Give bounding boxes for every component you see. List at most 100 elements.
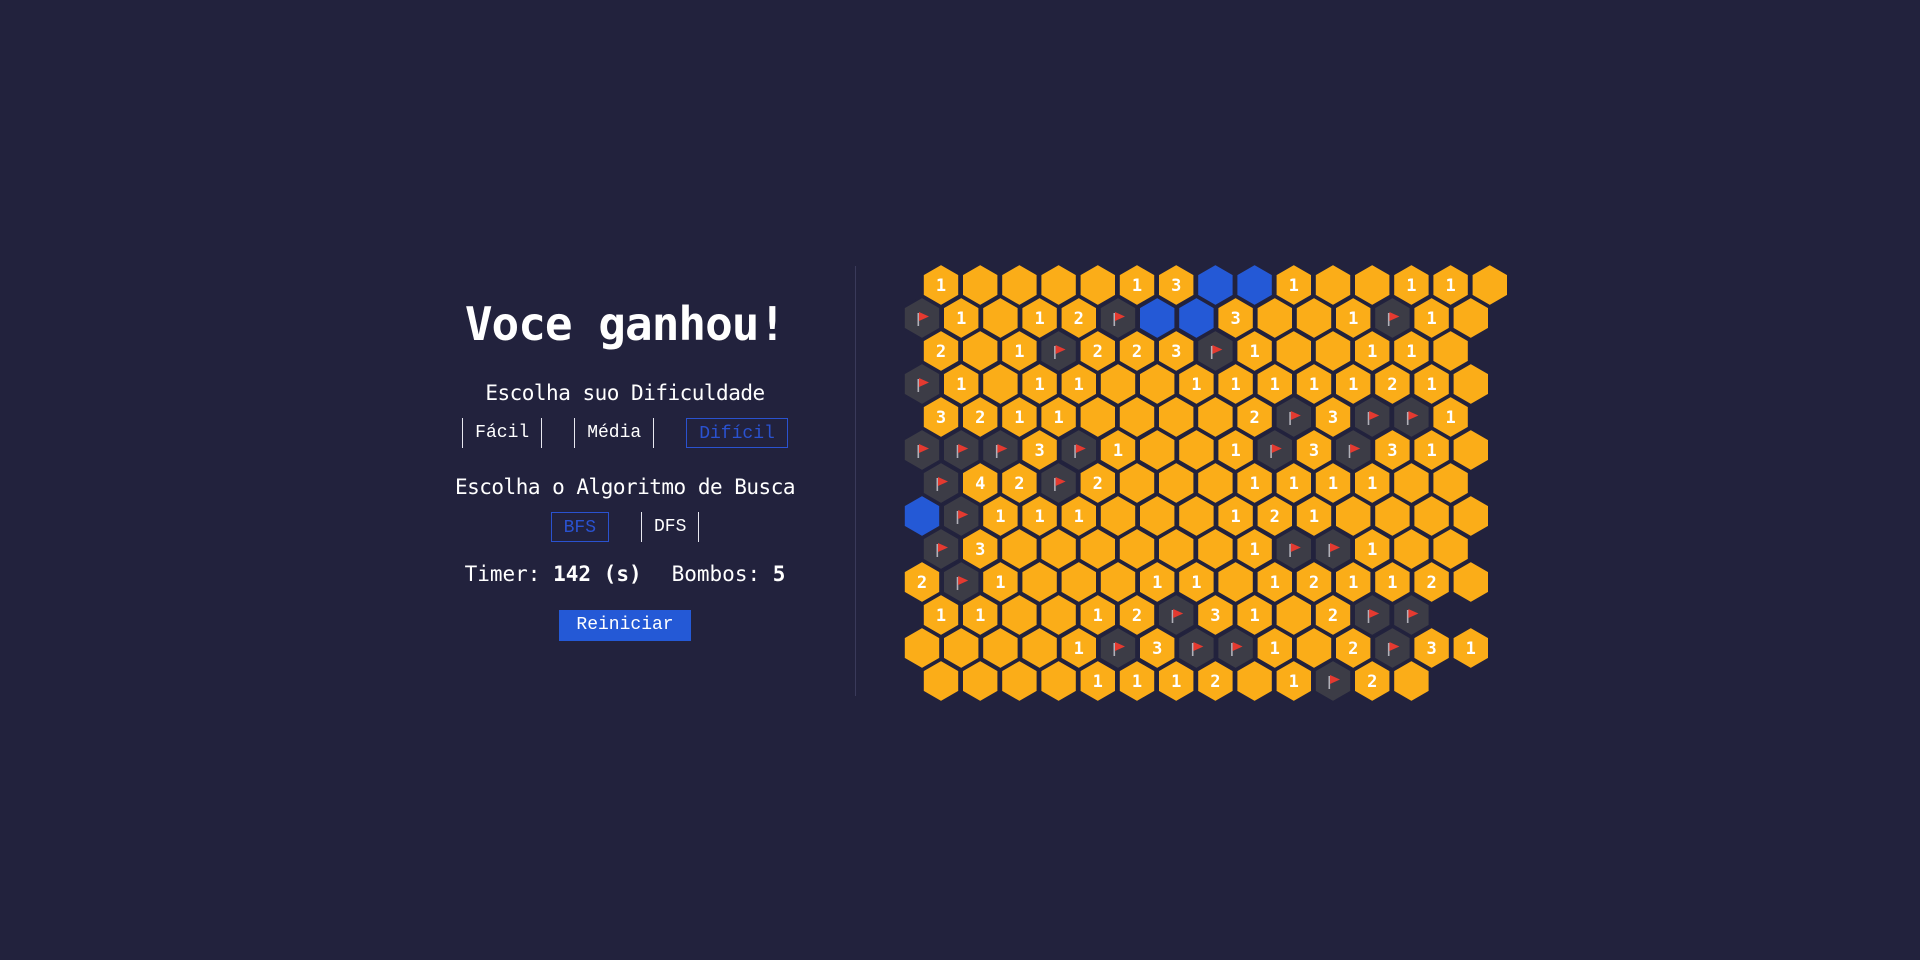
cell-number: 3 (1328, 408, 1338, 428)
hex-cell-number[interactable]: 1 (1451, 625, 1490, 671)
cell-number: 1 (1367, 474, 1377, 494)
cell-number: 1 (1053, 408, 1063, 428)
cell-number: 1 (1289, 672, 1299, 692)
algorithm-options: BFS DFS (550, 512, 700, 542)
flag-pole (1113, 643, 1116, 656)
difficulty-hard-button[interactable]: Difícil (686, 418, 788, 448)
hex-cell-number[interactable]: 1 (1274, 658, 1313, 704)
hex-shape (1000, 658, 1039, 704)
cell-number: 1 (1074, 639, 1084, 659)
cell-number: 2 (975, 408, 985, 428)
flag-pole (1367, 610, 1370, 623)
cell-number: 2 (1270, 507, 1280, 527)
algorithm-bfs-button[interactable]: BFS (550, 512, 609, 542)
bombs-value: 5 (772, 562, 786, 586)
cell-number: 2 (936, 342, 946, 362)
flag-pole (956, 511, 959, 524)
cell-number: 2 (1328, 606, 1338, 626)
difficulty-options: Fácil Média Difícil (462, 418, 788, 448)
cell-number: 1 (1152, 573, 1162, 593)
restart-button[interactable]: Reiniciar (559, 610, 691, 641)
flag-pole (995, 445, 998, 458)
flag-pole (917, 445, 920, 458)
cell-number: 2 (1348, 639, 1358, 659)
hex-shape (1451, 295, 1490, 341)
hex-cell-number[interactable]: 3 (1412, 625, 1451, 671)
difficulty-label: Escolha suo Dificuldade (485, 381, 765, 405)
panel-divider (855, 266, 856, 696)
cell-number: 1 (1230, 441, 1240, 461)
cell-number: 1 (1309, 507, 1319, 527)
hex-cell-empty[interactable] (961, 658, 1000, 704)
flag-pole (1387, 643, 1390, 656)
hex-cell-number[interactable]: 2 (1353, 658, 1392, 704)
cell-number: 2 (1309, 573, 1319, 593)
cell-number: 2 (1093, 342, 1103, 362)
cell-number: 1 (1034, 507, 1044, 527)
hex-cell-empty[interactable] (1039, 658, 1078, 704)
hex-cell-empty[interactable] (1451, 559, 1490, 605)
hex-cell-empty[interactable] (1235, 658, 1274, 704)
flag-pole (917, 313, 920, 326)
cell-number: 1 (1348, 573, 1358, 593)
flag-pole (1289, 544, 1291, 557)
cell-number: 2 (1367, 672, 1377, 692)
flag-pole (1348, 445, 1351, 458)
cell-number: 1 (1406, 276, 1416, 296)
flag-pole (1231, 643, 1233, 656)
cell-number: 1 (1249, 606, 1259, 626)
difficulty-easy-button[interactable]: Fácil (462, 418, 543, 448)
bombs-label: Bombos: (671, 562, 761, 586)
flag-pole (1270, 445, 1272, 458)
hex-cell-empty[interactable] (1451, 295, 1490, 341)
cell-number: 1 (1074, 375, 1084, 395)
cell-number: 2 (1132, 606, 1142, 626)
cell-number: 1 (1328, 474, 1338, 494)
hex-board: 1131111123112122311111111111213211231311… (902, 262, 1509, 712)
hex-cell-empty[interactable] (1451, 361, 1490, 407)
win-message: Voce ganhou! (464, 297, 786, 351)
hex-shape (1451, 361, 1490, 407)
cell-number: 1 (1132, 276, 1142, 296)
hex-board-svg: 1 1 3 1 1 11 1 2 3 1 12 1 2 2 3 1 1 11 1 1 1 1 1 1 1 2 13 2 1 1 2 3 13 1 1… (902, 262, 1509, 704)
hex-shape (1039, 658, 1078, 704)
hex-cell-number[interactable]: 1 (1117, 658, 1157, 704)
hex-cell-number[interactable]: 1 (1157, 658, 1196, 704)
difficulty-medium-button[interactable]: Média (574, 418, 655, 448)
hex-cell-flag[interactable] (1313, 658, 1353, 704)
cell-number: 3 (1309, 441, 1319, 461)
algorithm-dfs-button[interactable]: DFS (641, 512, 700, 542)
cell-number: 3 (936, 408, 946, 428)
flag-pole (1074, 445, 1076, 458)
cell-number: 1 (936, 606, 946, 626)
flag-pole (1171, 610, 1174, 623)
hex-cell-empty[interactable] (1451, 427, 1490, 473)
hex-cell-number[interactable]: 2 (1412, 559, 1451, 605)
flag-pole (1328, 676, 1331, 689)
cell-number: 1 (1074, 507, 1084, 527)
hex-cell-number[interactable]: 2 (1196, 658, 1235, 704)
flag-pole (956, 577, 959, 590)
cell-number: 1 (1387, 573, 1397, 593)
hex-cell-empty[interactable] (1000, 658, 1039, 704)
cell-number: 3 (1034, 441, 1044, 461)
timer-readout: Timer: 142 (s) (465, 560, 642, 588)
hex-cell-number[interactable]: 1 (1078, 658, 1117, 704)
cell-number: 1 (1171, 672, 1181, 692)
cell-number: 1 (936, 276, 946, 296)
flag-pole (936, 478, 939, 491)
cell-number: 1 (1230, 375, 1240, 395)
cell-number: 1 (956, 375, 966, 395)
hex-shape (961, 658, 1000, 704)
flag-pole (1191, 643, 1194, 656)
hex-cell-empty[interactable] (1392, 658, 1431, 704)
cell-number: 1 (1348, 375, 1358, 395)
hex-cell-empty[interactable] (1451, 493, 1490, 539)
cell-number: 3 (1387, 441, 1397, 461)
flag-pole (917, 379, 920, 392)
cell-number: 1 (1270, 573, 1280, 593)
hex-cell-empty[interactable] (921, 658, 961, 704)
cell-number: 1 (995, 573, 1005, 593)
flag-pole (1406, 412, 1409, 425)
cell-number: 1 (1093, 606, 1103, 626)
